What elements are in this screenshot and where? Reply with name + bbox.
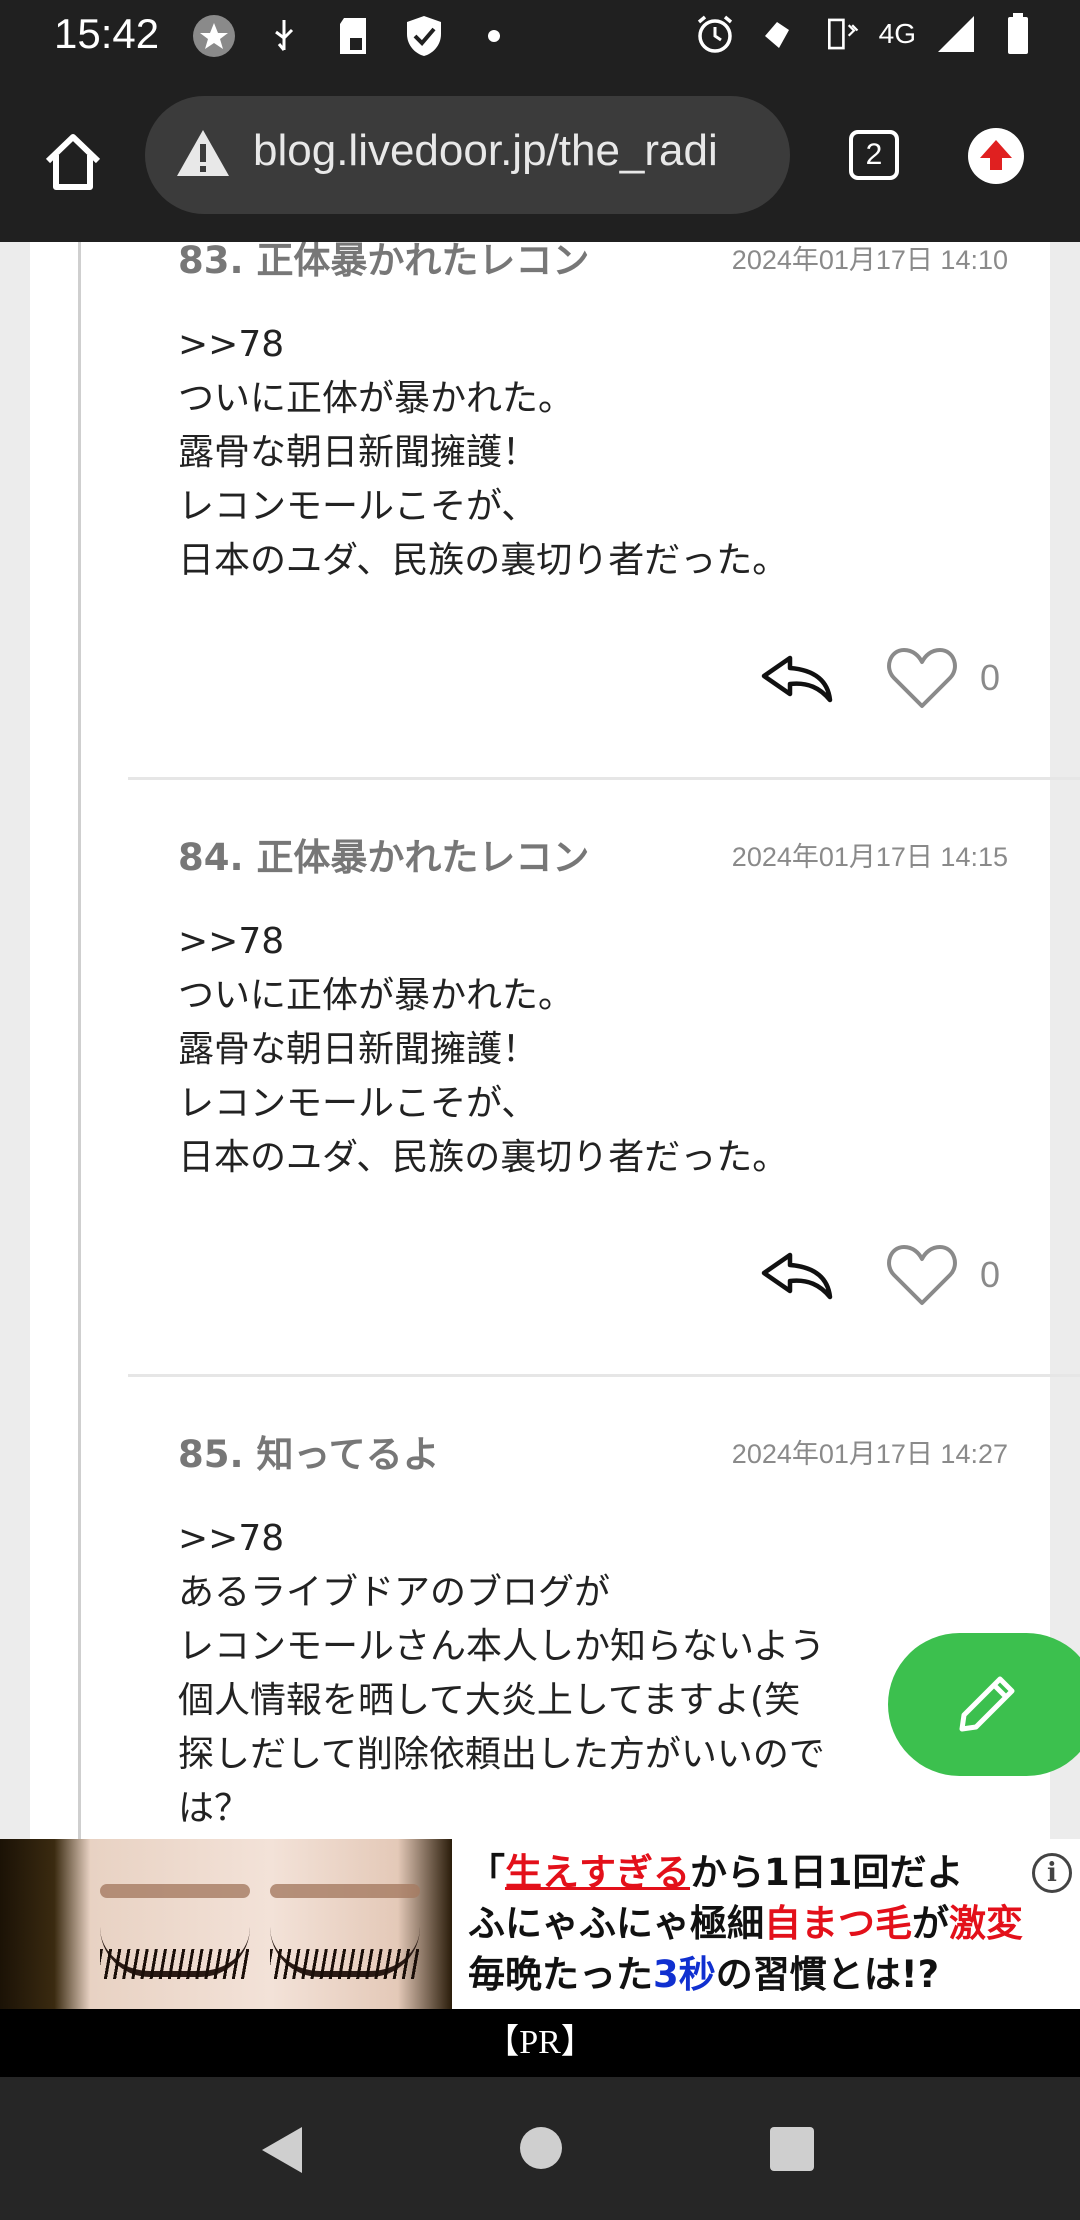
reply-icon[interactable] — [760, 1245, 836, 1305]
dot-icon — [472, 14, 516, 58]
like-count: 0 — [979, 657, 1000, 698]
comment-date: 2024年01月17日 14:15 — [731, 842, 1008, 872]
comment-author[interactable]: 83. 正体暴かれたレコン — [178, 242, 589, 284]
home-icon[interactable] — [38, 127, 108, 197]
warning-icon[interactable] — [175, 126, 231, 182]
tabs-icon[interactable]: 2 — [849, 130, 899, 180]
status-time: 15:42 — [54, 10, 160, 57]
back-icon[interactable] — [258, 2125, 306, 2179]
comment-header: 84. 正体暴かれたレコン 2024年01月17日 14:15 — [178, 827, 1008, 879]
comment-actions: 0 — [760, 1235, 1000, 1315]
ad-line-2: ふにゃふにゃ極細自まつ毛が激変 — [468, 1902, 1023, 1945]
status-bar: 15:42 4G — [0, 0, 1080, 72]
pencil-icon — [959, 1676, 1015, 1732]
write-comment-button[interactable] — [888, 1633, 1080, 1776]
shield-icon — [402, 14, 446, 58]
comment-body: >>78 あるライブドアのブログが レコンモールさん本人しか知らないよう 個人情… — [178, 1518, 826, 1829]
sd-card-icon — [332, 14, 376, 58]
thread-line — [78, 242, 81, 1839]
vibrate-icon — [817, 12, 861, 56]
star-badge-icon — [192, 14, 236, 58]
comment-author[interactable]: 85. 知ってるよ — [178, 1424, 440, 1478]
heart-icon[interactable] — [886, 1241, 958, 1309]
divider — [128, 1374, 1080, 1377]
ad-line-1: 「生えすぎるから1日1回だよ — [468, 1851, 964, 1894]
url-field[interactable]: blog.livedoor.jp/the_radi — [145, 96, 790, 214]
comment-header: 85. 知ってるよ 2024年01月17日 14:27 — [178, 1424, 1008, 1476]
ad-line-3: 毎晩たった3秒の習慣とは!? — [468, 1953, 940, 1996]
ad-text[interactable]: 「生えすぎるから1日1回だよ ふにゃふにゃ極細自まつ毛が激変 毎晩たった3秒の習… — [468, 1847, 1068, 2000]
ad-banner[interactable]: 「生えすぎるから1日1回だよ ふにゃふにゃ極細自まつ毛が激変 毎晩たった3秒の習… — [0, 1839, 1080, 2009]
comment-author[interactable]: 84. 正体暴かれたレコン — [178, 827, 589, 881]
data-saver-icon — [755, 12, 799, 56]
comment-date: 2024年01月17日 14:27 — [731, 1439, 1008, 1469]
usb-icon — [262, 14, 306, 58]
comment-header: 83. 正体暴かれたレコン 2024年01月17日 14:10 — [178, 242, 1008, 282]
pr-label: 【PR】 — [0, 2009, 1080, 2077]
browser-toolbar: blog.livedoor.jp/the_radi 2 — [0, 72, 1080, 242]
reply-icon[interactable] — [760, 648, 836, 708]
home-circle-icon[interactable] — [520, 2127, 562, 2169]
like-count: 0 — [979, 1254, 1000, 1295]
url-text[interactable]: blog.livedoor.jp/the_radi — [253, 126, 718, 176]
network-type: 4G — [878, 18, 916, 49]
battery-icon — [996, 12, 1040, 56]
signal-icon — [934, 12, 978, 56]
page-content[interactable]: 83. 正体暴かれたレコン 2024年01月17日 14:10 >>78 ついに… — [0, 242, 1080, 1839]
alarm-icon — [693, 12, 737, 56]
recents-icon[interactable] — [770, 2127, 814, 2171]
ad-info-icon[interactable]: i — [1032, 1853, 1072, 1893]
ad-image[interactable] — [0, 1839, 452, 2009]
heart-icon[interactable] — [886, 644, 958, 712]
system-nav-bar — [0, 2077, 1080, 2220]
comment-body: >>78 ついに正体が暴かれた。 露骨な朝日新聞擁護！ レコンモールこそが、 日… — [178, 324, 789, 581]
status-icons-right: 4G — [693, 12, 1040, 56]
status-icons-left — [192, 14, 516, 58]
update-arrow-icon[interactable] — [968, 128, 1024, 184]
divider — [128, 777, 1080, 780]
comment-date: 2024年01月17日 14:10 — [731, 245, 1008, 275]
comment-actions: 0 — [760, 638, 1000, 718]
comment-body: >>78 ついに正体が暴かれた。 露骨な朝日新聞擁護！ レコンモールこそが、 日… — [178, 921, 789, 1178]
